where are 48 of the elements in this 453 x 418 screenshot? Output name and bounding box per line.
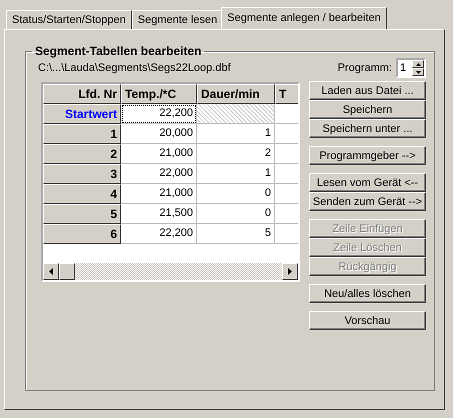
table-cell[interactable]: 22,000 [121, 164, 197, 184]
segment-table[interactable]: Lfd. Nr Temp./*C Dauer/min T Startwert 22,200 1 20,000 1 2 21,000 2 3 22,000 1 4 21,000 0 5 21,500 0 6 22,200 5 [41, 82, 300, 282]
action-button[interactable]: Neu/alles löschen [309, 284, 426, 303]
tab[interactable]: Status/Starten/Stoppen [6, 10, 132, 29]
spin-up-icon[interactable] [412, 60, 424, 68]
row-header[interactable]: 2 [43, 144, 121, 164]
row-header[interactable]: 1 [43, 124, 121, 144]
scroll-thumb[interactable] [59, 263, 75, 280]
table-cell[interactable]: 21,500 [121, 204, 197, 224]
table-cell[interactable]: 20,000 [121, 124, 197, 144]
row-header[interactable]: 6 [43, 224, 121, 244]
action-button[interactable]: Laden aus Datei ... [309, 81, 426, 100]
group-title: Segment-Tabellen bearbeiten [34, 44, 202, 58]
table-cell[interactable]: 0 [197, 204, 275, 224]
column-header: Temp./*C [121, 84, 197, 104]
file-path: C:\...\Lauda\Segments\Segs22Loop.dbf [38, 62, 231, 74]
program-spinner[interactable]: 1 [396, 58, 426, 78]
action-button[interactable]: Vorschau [309, 311, 426, 330]
tab[interactable]: Segmente anlegen / bearbeiten [221, 7, 387, 29]
action-button[interactable]: Senden zum Gerät --> [309, 192, 426, 211]
action-button[interactable]: Programmgeber --> [309, 146, 426, 165]
table-cell[interactable]: 21,000 [121, 184, 197, 204]
action-button[interactable]: Speichern unter ... [309, 119, 426, 138]
spin-down-icon[interactable] [412, 68, 424, 76]
table-cell[interactable]: 5 [197, 224, 275, 244]
table-cell[interactable]: 2 [197, 144, 275, 164]
column-header: T [275, 84, 298, 104]
column-header: Lfd. Nr [43, 84, 121, 104]
left-arrow-icon [49, 268, 53, 275]
right-arrow-icon [288, 268, 292, 275]
table-cell[interactable]: 22,200 [121, 224, 197, 244]
scroll-left-button[interactable] [43, 263, 59, 280]
action-button[interactable]: Speichern [309, 100, 426, 119]
row-header[interactable]: Startwert [43, 104, 121, 124]
table-cell[interactable]: 1 [197, 164, 275, 184]
row-header[interactable]: 5 [43, 204, 121, 224]
table-cell[interactable]: 22,200 [121, 104, 197, 124]
scroll-right-button[interactable] [282, 263, 298, 280]
column-header: Dauer/min [197, 84, 275, 104]
row-header[interactable]: 4 [43, 184, 121, 204]
table-cell[interactable]: 21,000 [121, 144, 197, 164]
program-label: Programm: [338, 62, 392, 74]
tab[interactable]: Segmente lesen [132, 10, 224, 29]
action-button[interactable]: Lesen vom Gerät <-- [309, 173, 426, 192]
table-cell[interactable]: 0 [197, 184, 275, 204]
table-cell[interactable]: 1 [197, 124, 275, 144]
horizontal-scrollbar[interactable] [43, 263, 298, 280]
row-header[interactable]: 3 [43, 164, 121, 184]
